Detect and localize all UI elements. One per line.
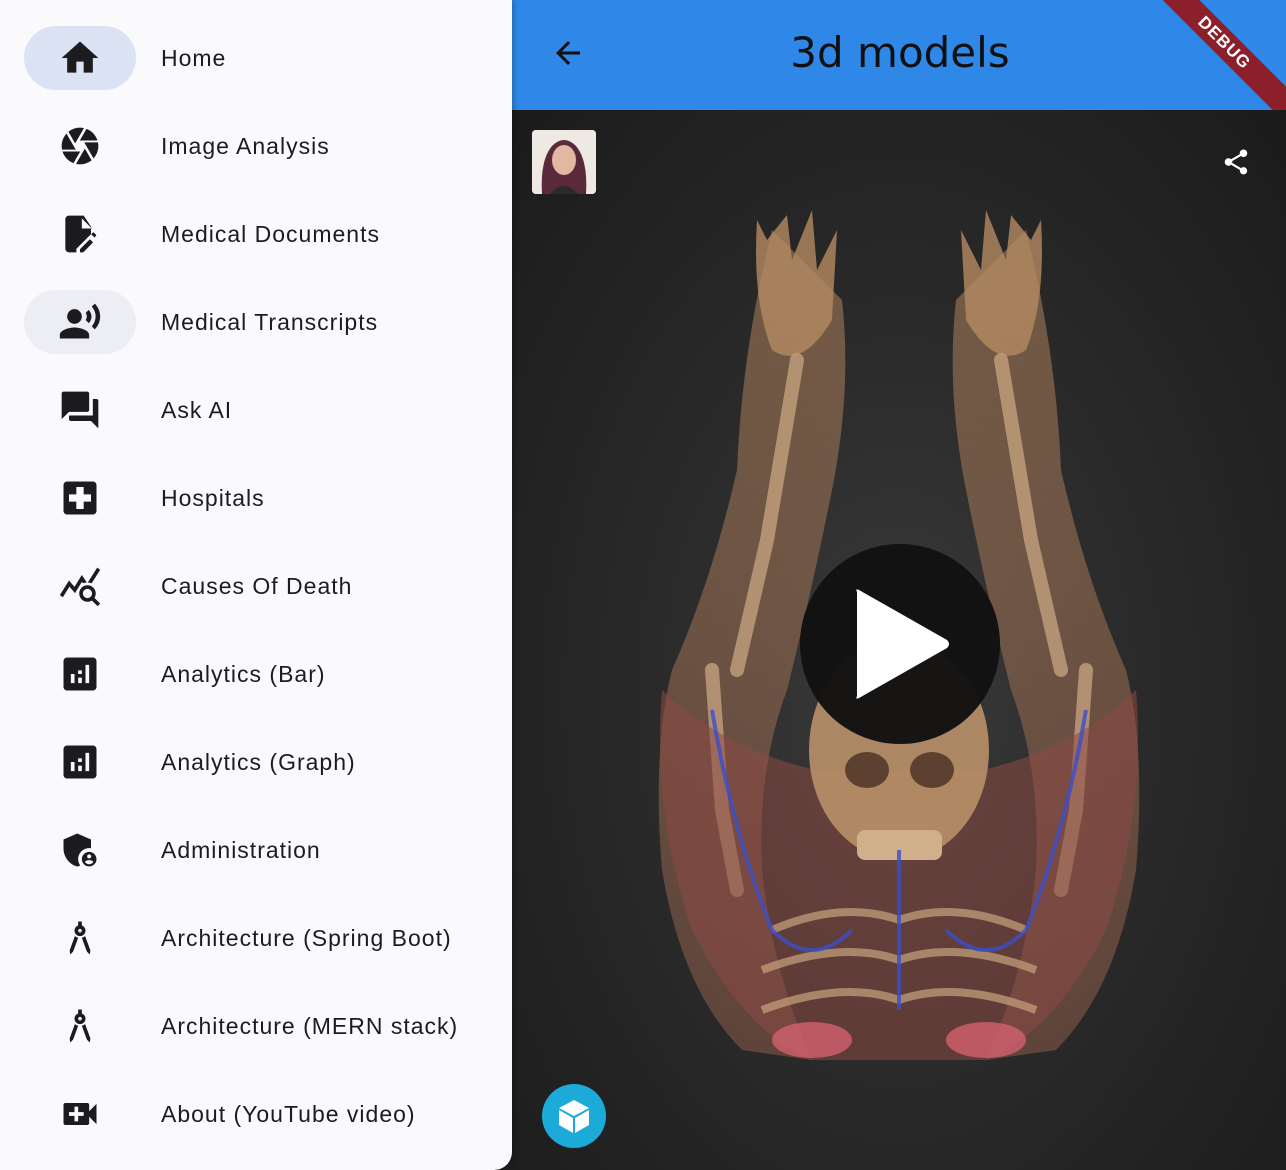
admin-shield-icon (63, 833, 97, 867)
cube-icon (559, 1100, 589, 1133)
nav-label: Causes Of Death (161, 572, 353, 599)
nav-item-architecture-spring-boot[interactable]: Architecture (Spring Boot) (24, 906, 494, 970)
nav-label: Administration (161, 836, 321, 863)
back-button[interactable] (548, 33, 588, 73)
nav-label: Home (161, 44, 227, 71)
arrow-back-icon (556, 41, 580, 65)
nav-item-analytics-bar[interactable]: Analytics (Bar) (24, 642, 494, 706)
nav-item-about-youtube[interactable]: About (YouTube video) (24, 1082, 494, 1146)
nav-item-medical-transcripts[interactable]: Medical Transcripts (24, 290, 494, 354)
nav-item-analytics-graph[interactable]: Analytics (Graph) (24, 730, 494, 794)
play-button[interactable] (800, 544, 1000, 744)
nav-item-administration[interactable]: Administration (24, 818, 494, 882)
sketchfab-logo-button[interactable] (542, 1084, 606, 1148)
forum-icon (61, 391, 99, 429)
play-icon (856, 589, 949, 699)
nav-item-architecture-mern[interactable]: Architecture (MERN stack) (24, 994, 494, 1058)
bar-chart-icon (63, 657, 97, 691)
share-icon (1224, 149, 1248, 175)
nav-label: About (YouTube video) (161, 1100, 416, 1127)
navigation-drawer: Home Image Analysis Medical Documents Me… (0, 0, 512, 1170)
nav-item-home[interactable]: Home (24, 26, 494, 90)
nav-label: Medical Documents (161, 220, 380, 247)
nav-label: Analytics (Graph) (161, 748, 356, 775)
video-call-icon (63, 1103, 97, 1125)
debug-banner: DEBUG (1144, 0, 1286, 123)
query-stats-icon (59, 567, 101, 607)
bar-chart-icon (63, 745, 97, 779)
author-avatar[interactable] (532, 130, 596, 194)
model-viewer[interactable] (512, 110, 1286, 1170)
record-voice-icon (59, 303, 101, 339)
nav-item-image-analysis[interactable]: Image Analysis (24, 114, 494, 178)
camera-shutter-icon (61, 127, 99, 165)
compass-icon (69, 921, 91, 955)
page-title: 3d models (790, 28, 1010, 77)
nav-label: Image Analysis (161, 132, 330, 159)
edit-document-icon (65, 215, 97, 253)
nav-item-medical-documents[interactable]: Medical Documents (24, 202, 494, 266)
nav-item-ask-ai[interactable]: Ask AI (24, 378, 494, 442)
share-button[interactable] (1220, 146, 1252, 178)
compass-icon (69, 1009, 91, 1043)
home-icon (61, 41, 99, 73)
nav-label: Medical Transcripts (161, 308, 379, 335)
nav-label: Ask AI (161, 396, 233, 423)
local-hospital-icon (63, 481, 97, 515)
nav-label: Analytics (Bar) (161, 660, 326, 687)
nav-label: Hospitals (161, 484, 265, 511)
nav-label: Architecture (Spring Boot) (161, 924, 452, 951)
nav-item-causes-of-death[interactable]: Causes Of Death (24, 554, 494, 618)
nav-item-hospitals[interactable]: Hospitals (24, 466, 494, 530)
nav-label: Architecture (MERN stack) (161, 1012, 459, 1039)
